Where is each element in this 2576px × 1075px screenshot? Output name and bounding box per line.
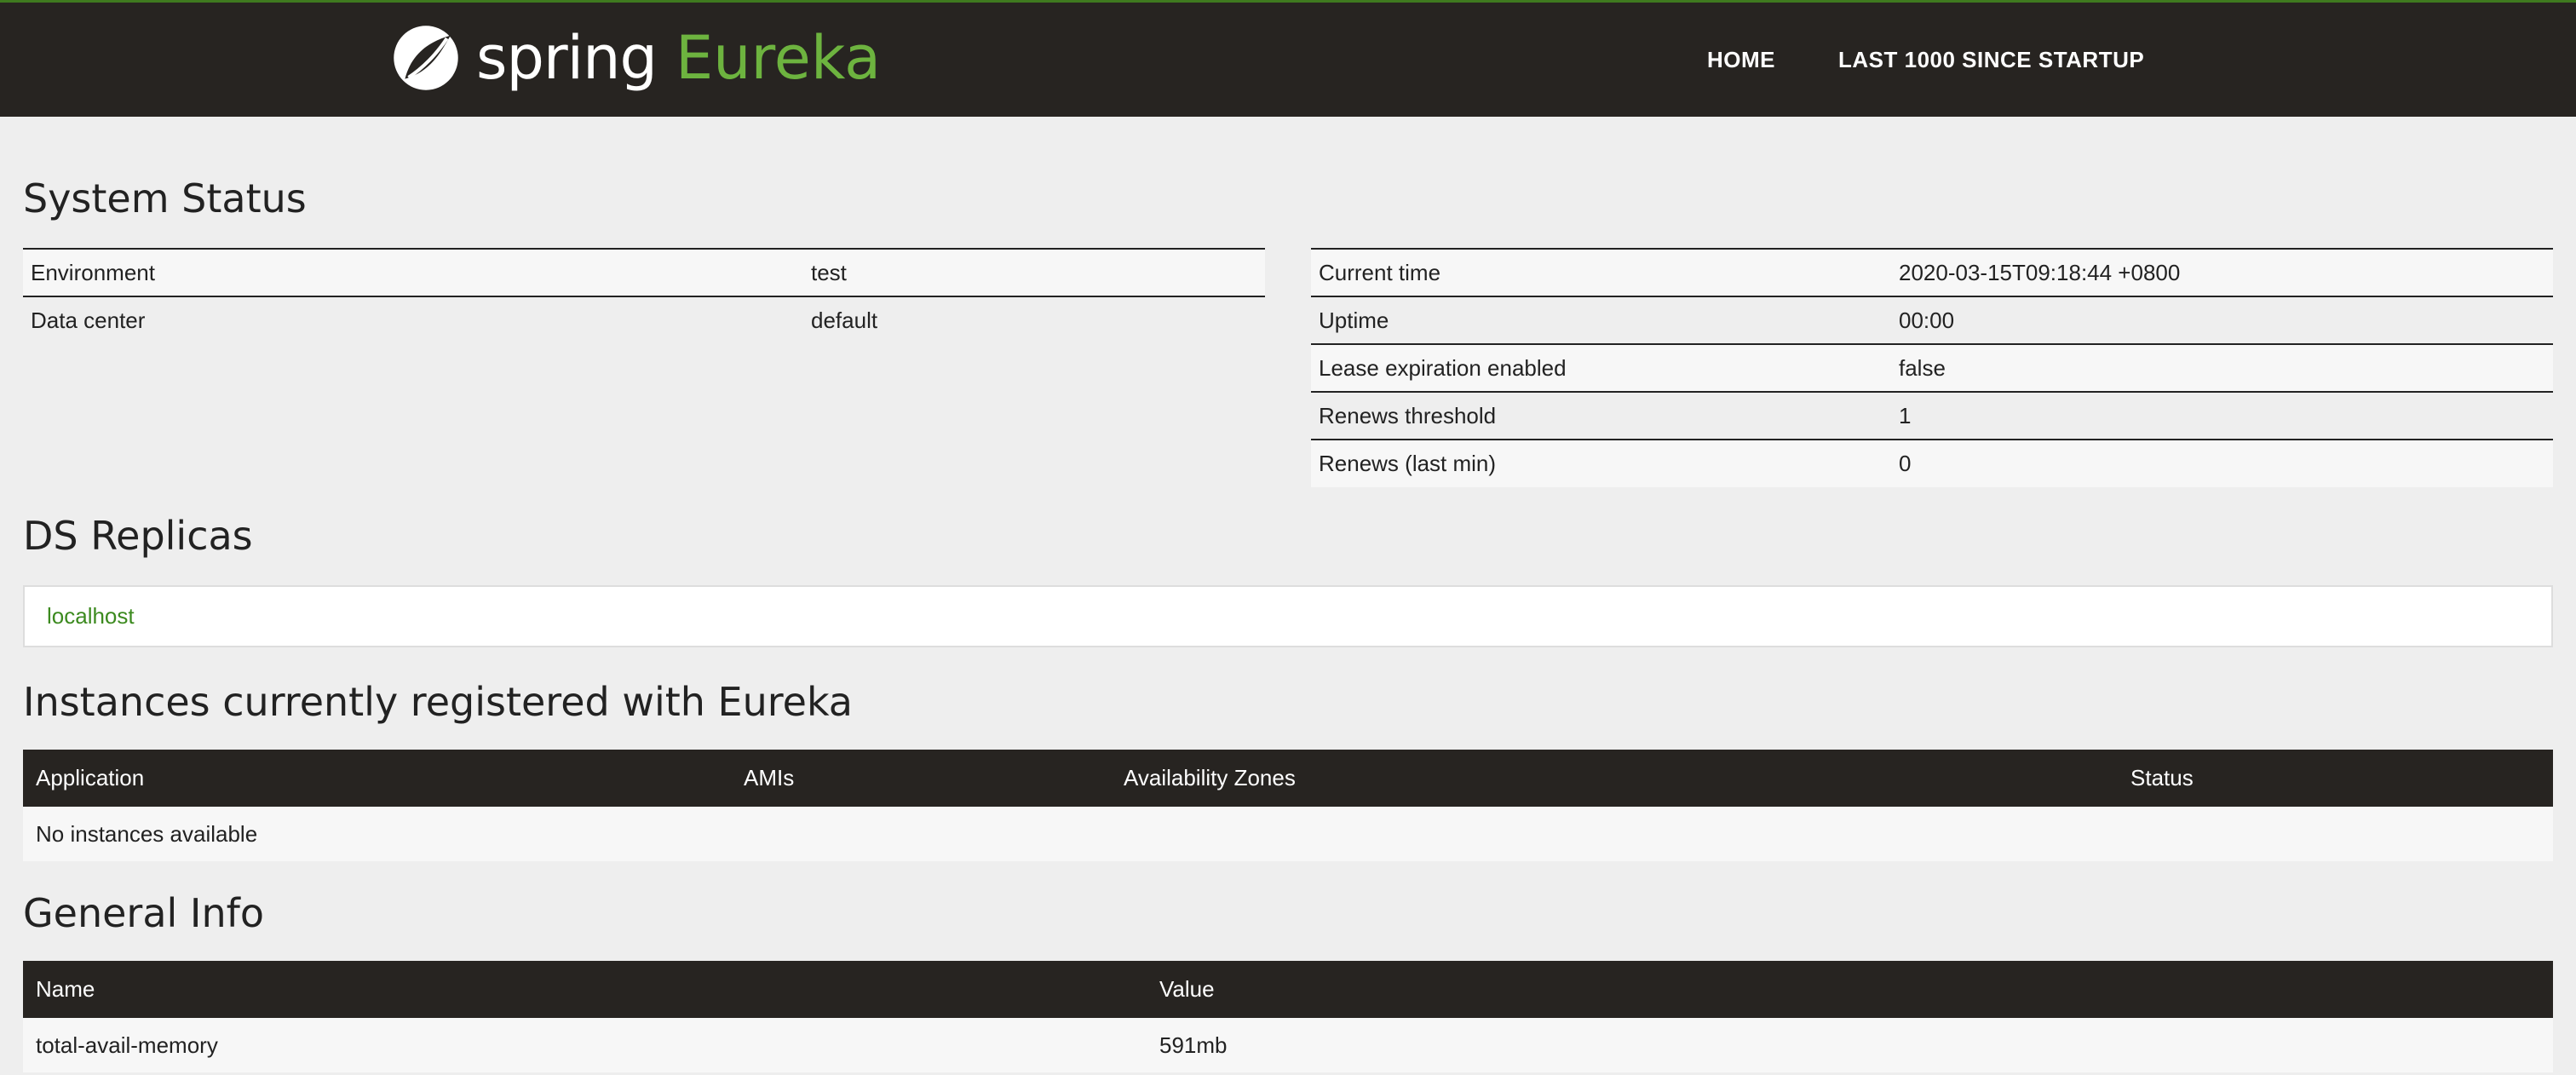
nav-last-1000[interactable]: LAST 1000 SINCE STARTUP [1838, 47, 2144, 73]
system-status-left-table: Environmenttest Data centerdefault [23, 248, 1265, 344]
value: 00:00 [1891, 296, 2553, 344]
label: Renews (last min) [1311, 440, 1891, 487]
table-row: No instances available [23, 807, 2553, 861]
system-status-right-table: Current time2020-03-15T09:18:44 +0800 Up… [1311, 248, 2553, 487]
table-row: Renews threshold1 [1311, 392, 2553, 440]
name: total-avail-memory [23, 1018, 1147, 1072]
logo-eureka-text: Eureka [676, 23, 881, 93]
table-row: Data centerdefault [23, 296, 1265, 344]
spring-eureka-logo[interactable]: spring Eureka [391, 21, 881, 95]
ds-replicas-heading: DS Replicas [23, 513, 253, 559]
spring-leaf-icon [391, 23, 461, 93]
replica-link[interactable]: localhost [47, 603, 135, 629]
col-availability-zones: Availability Zones [1111, 750, 2118, 807]
empty-message: No instances available [23, 807, 2553, 861]
nav-home[interactable]: HOME [1707, 47, 1775, 73]
value: 0 [1891, 440, 2553, 487]
label: Environment [23, 249, 803, 296]
label: Lease expiration enabled [1311, 344, 1891, 392]
general-info-heading: General Info [23, 890, 264, 936]
value: 591mb [1147, 1018, 2553, 1072]
col-value: Value [1147, 961, 2553, 1018]
instances-heading: Instances currently registered with Eure… [23, 679, 853, 725]
label: Renews threshold [1311, 392, 1891, 440]
col-name: Name [23, 961, 1147, 1018]
col-amis: AMIs [731, 750, 1111, 807]
label: Uptime [1311, 296, 1891, 344]
value: false [1891, 344, 2553, 392]
col-application: Application [23, 750, 731, 807]
table-row: Uptime00:00 [1311, 296, 2553, 344]
general-info-table: Name Value total-avail-memory591mb [23, 961, 2553, 1072]
logo-spring-text: spring [476, 23, 657, 93]
col-status: Status [2118, 750, 2553, 807]
system-status-heading: System Status [23, 175, 307, 221]
label: Data center [23, 296, 803, 344]
label: Current time [1311, 249, 1891, 296]
table-row: total-avail-memory591mb [23, 1018, 2553, 1072]
top-navbar: spring Eureka HOME LAST 1000 SINCE START… [0, 0, 2576, 117]
table-row: Lease expiration enabledfalse [1311, 344, 2553, 392]
table-row: Renews (last min)0 [1311, 440, 2553, 487]
table-header: Name Value [23, 961, 2553, 1018]
table-header: Application AMIs Availability Zones Stat… [23, 750, 2553, 807]
value: test [803, 249, 1265, 296]
value: 2020-03-15T09:18:44 +0800 [1891, 249, 2553, 296]
ds-replicas-list: localhost [23, 585, 2553, 647]
table-row: Current time2020-03-15T09:18:44 +0800 [1311, 249, 2553, 296]
table-row: Environmenttest [23, 249, 1265, 296]
value: 1 [1891, 392, 2553, 440]
instances-table: Application AMIs Availability Zones Stat… [23, 750, 2553, 861]
value: default [803, 296, 1265, 344]
